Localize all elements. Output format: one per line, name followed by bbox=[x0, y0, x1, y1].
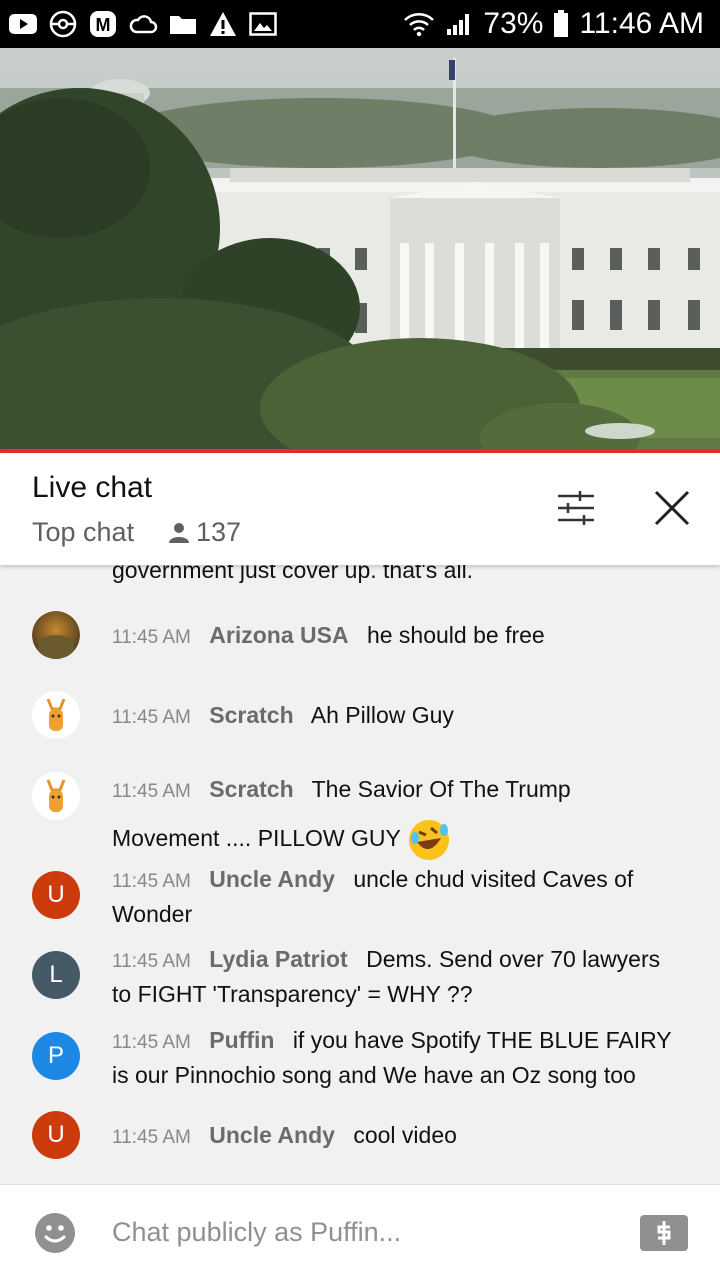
author-name[interactable]: Uncle Andy bbox=[209, 1122, 335, 1148]
timestamp: 11:45 AM bbox=[112, 707, 191, 728]
chat-input[interactable]: Chat publicly as Puffin... bbox=[112, 1217, 401, 1248]
message-body: 11:45 AM Arizona USA he should be free bbox=[112, 619, 680, 654]
status-bar: M 73% 11:46 AM bbox=[0, 0, 720, 48]
avatar[interactable] bbox=[32, 611, 80, 659]
message-text: Ah Pillow Guy bbox=[310, 702, 454, 728]
svg-text:M: M bbox=[96, 15, 111, 35]
message-text: if you have Spotify THE BLUE FAIRY is ou… bbox=[112, 1027, 672, 1088]
avatar[interactable]: U bbox=[32, 871, 80, 919]
author-name[interactable]: Scratch bbox=[209, 776, 293, 802]
smiley-icon bbox=[35, 1213, 75, 1253]
avatar[interactable] bbox=[32, 772, 80, 820]
emoji-button[interactable] bbox=[34, 1212, 76, 1254]
author-name[interactable]: Scratch bbox=[209, 702, 293, 728]
chat-title: Live chat bbox=[32, 471, 153, 504]
author-name[interactable]: Puffin bbox=[209, 1027, 274, 1053]
pokeball-icon bbox=[48, 10, 78, 38]
chat-messages[interactable]: government just cover up. that's all. 11… bbox=[0, 565, 720, 1183]
avatar-letter: U bbox=[47, 1121, 65, 1148]
video-player[interactable] bbox=[0, 48, 720, 451]
chat-input-bar: Chat publicly as Puffin... bbox=[0, 1184, 720, 1280]
partial-message: government just cover up. that's all. bbox=[112, 565, 474, 583]
avatar-letter: P bbox=[47, 1042, 64, 1069]
video-frame bbox=[0, 48, 720, 451]
signal-icon bbox=[447, 14, 470, 35]
avatar[interactable]: L bbox=[32, 951, 80, 999]
message-body: 11:45 AM Puffin if you have Spotify THE … bbox=[112, 1024, 680, 1091]
person-icon bbox=[169, 522, 189, 543]
message-body: 11:45 AM Scratch The Savior Of The Trump… bbox=[112, 766, 600, 862]
message-body: 11:45 AM Uncle Andy uncle chud visited C… bbox=[112, 863, 680, 930]
system-status: 73% 11:46 AM bbox=[403, 0, 704, 48]
folder-icon bbox=[168, 10, 198, 38]
message-body: 11:45 AM Lydia Patriot Dems. Send over 7… bbox=[112, 943, 680, 1010]
avatar[interactable]: U bbox=[32, 1111, 80, 1159]
sliders-icon bbox=[558, 491, 594, 525]
avatar[interactable]: P bbox=[32, 1032, 80, 1080]
close-icon bbox=[654, 490, 690, 526]
author-name[interactable]: Arizona USA bbox=[209, 622, 348, 648]
message-body: 11:45 AM Uncle Andy cool video bbox=[112, 1119, 680, 1154]
dollar-icon bbox=[657, 1221, 671, 1245]
timestamp: 11:45 AM bbox=[112, 627, 191, 648]
cloud-icon bbox=[128, 10, 158, 38]
chat-header: Live chat Top chat 137 bbox=[0, 453, 720, 565]
timestamp: 11:45 AM bbox=[112, 781, 191, 802]
author-name[interactable]: Uncle Andy bbox=[209, 866, 335, 892]
message-text: he should be free bbox=[366, 622, 545, 648]
message-text: Dems. Send over 70 lawyers to FIGHT 'Tra… bbox=[112, 946, 661, 1007]
timestamp: 11:45 AM bbox=[112, 951, 191, 972]
avatar-letter: U bbox=[47, 881, 65, 908]
timestamp: 11:45 AM bbox=[112, 1032, 191, 1053]
avatar[interactable] bbox=[32, 691, 80, 739]
top-chat-dropdown[interactable]: Top chat bbox=[32, 517, 134, 548]
timestamp: 11:45 AM bbox=[112, 1127, 191, 1148]
m-app-icon: M bbox=[88, 10, 118, 38]
viewer-count: 137 bbox=[168, 517, 241, 548]
super-chat-button[interactable] bbox=[640, 1215, 688, 1251]
author-name[interactable]: Lydia Patriot bbox=[209, 946, 347, 972]
timestamp: 11:45 AM bbox=[112, 871, 191, 892]
chat-filter-button[interactable] bbox=[546, 478, 606, 538]
battery-percent: 73% bbox=[483, 7, 544, 40]
youtube-icon bbox=[8, 10, 38, 38]
battery-icon bbox=[554, 10, 569, 37]
message-body: 11:45 AM Scratch Ah Pillow Guy bbox=[112, 699, 680, 734]
avatar-letter: L bbox=[49, 961, 63, 988]
notification-icons: M bbox=[8, 8, 278, 40]
rofl-emoji-icon bbox=[408, 819, 449, 860]
wifi-icon bbox=[404, 13, 435, 37]
image-icon bbox=[248, 10, 278, 38]
clock: 11:46 AM bbox=[579, 7, 704, 40]
warning-icon bbox=[208, 10, 238, 38]
close-chat-button[interactable] bbox=[642, 478, 702, 538]
message-text: cool video bbox=[353, 1122, 457, 1148]
viewer-count-value: 137 bbox=[196, 517, 242, 547]
